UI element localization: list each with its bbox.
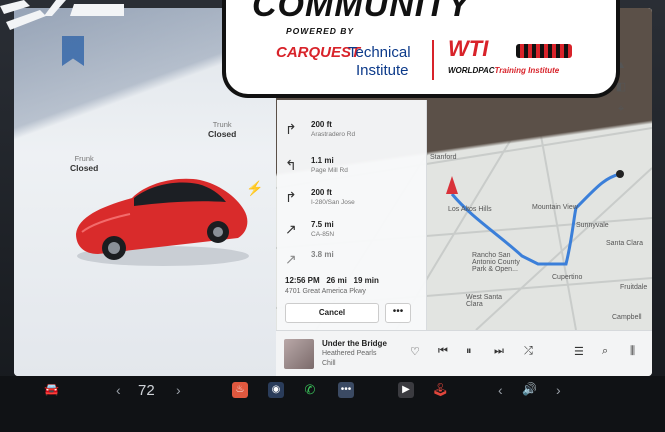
camera-app-icon[interactable]: ◉	[268, 382, 284, 398]
carquest-institute: Institute	[356, 62, 409, 79]
map-place: Cupertino	[552, 274, 583, 281]
more-options-button[interactable]: •••	[385, 303, 411, 323]
turn-left-icon: ↰	[285, 157, 297, 173]
search-icon[interactable]: ⌕	[602, 345, 608, 358]
station-name: Chill	[322, 360, 336, 367]
map-place: Mountain View	[532, 204, 578, 211]
temp-up-button[interactable]: ›	[176, 382, 181, 398]
pause-icon[interactable]: ⏸	[466, 345, 472, 358]
community-banner: COMMUNITY POWERED BY CARQUEST Technical …	[222, 0, 620, 98]
volume-up-button[interactable]: ›	[556, 382, 561, 398]
eta-duration: 19 min	[353, 276, 379, 285]
turn-distance: 7.5 mi	[311, 220, 334, 229]
carquest-logo: CARQUEST Technical Institute	[276, 40, 411, 80]
phone-app-icon[interactable]: ✆	[302, 382, 318, 398]
powered-by: POWERED BY	[286, 26, 355, 36]
song-title: Under the Bridge	[322, 339, 387, 348]
media-app-icon[interactable]: ▶	[398, 382, 414, 398]
corner-logo-image	[0, 0, 124, 30]
equalizer-icon[interactable]: ⫼	[630, 345, 635, 358]
car-image	[76, 178, 249, 266]
media-player: Under the Bridge Heathered Pearls Chill …	[276, 330, 652, 376]
queue-icon[interactable]: ☰	[574, 345, 584, 358]
turn-distance: 3.8 mi	[311, 250, 334, 259]
wti-sub-training: Training Institute	[494, 66, 560, 75]
trunk-label: Trunk	[212, 120, 232, 129]
wti-subtitle: WORLDPACTraining Institute	[448, 66, 559, 75]
dots-app-icon[interactable]: •••	[338, 382, 354, 398]
logo-divider	[432, 40, 434, 80]
turn-distance: 200 ft	[311, 120, 332, 129]
turn-list-card: ↱ 200 ft Arastradero Rd ↰ 1.1 mi Page Mi…	[277, 100, 427, 330]
wti-wordmark: WTI	[448, 36, 489, 61]
pin-icon[interactable]: ⌖	[612, 100, 630, 118]
cabin-temperature[interactable]: 72	[138, 382, 155, 399]
temp-down-button[interactable]: ‹	[116, 382, 121, 398]
next-track-icon[interactable]: ⏭	[494, 345, 504, 358]
shuffle-icon[interactable]: ⤮	[524, 345, 533, 358]
taskbar: 🚘 ‹ 72 › ♨ ◉ ✆ ••• ▶ 🕹 ‹ 🔊 ›	[0, 376, 665, 432]
turn-road: CA-85N	[311, 231, 335, 238]
map-place: Campbell	[612, 314, 642, 321]
trunk-state: Closed	[208, 129, 237, 139]
map-place: Sunnyvale	[576, 222, 609, 229]
map-place: Los Altos Hills	[448, 206, 492, 213]
charge-port-icon[interactable]: ⚡	[246, 180, 263, 197]
bear-right-icon: ↗	[285, 221, 297, 237]
favorite-icon[interactable]: ♡	[410, 345, 420, 358]
trunk-control[interactable]: Trunk Closed	[208, 120, 236, 139]
eta-arrival: 12:56 PM	[285, 276, 320, 285]
artist-name: Heathered Pearls	[322, 350, 377, 357]
heater-app-icon[interactable]: ♨	[232, 382, 248, 398]
turn-right-icon: ↱	[285, 121, 297, 137]
map-place: Rancho San Antonio County Park & Open...	[472, 252, 520, 273]
car-icon[interactable]: 🚘	[44, 382, 59, 396]
turn-road: Arastradero Rd	[311, 131, 356, 138]
wti-sub-worldpac: WORLDPAC	[448, 66, 495, 75]
volume-down-button[interactable]: ‹	[498, 382, 503, 398]
map-place: Santa Clara	[606, 240, 643, 247]
turn-distance: 200 ft	[311, 188, 332, 197]
volume-icon[interactable]: 🔊	[522, 382, 537, 396]
cancel-navigation-button[interactable]: Cancel	[285, 303, 379, 323]
turn-road: Page Mill Rd	[311, 167, 348, 174]
turn-right-icon: ↱	[285, 189, 297, 205]
album-art[interactable]	[284, 339, 314, 369]
turn-distance: 1.1 mi	[311, 156, 334, 165]
destination-address: 4701 Great America Pkwy	[285, 288, 366, 295]
banner-title: COMMUNITY	[252, 0, 471, 24]
map-place: Fruitdale	[620, 284, 648, 291]
map-place: Stanford	[430, 154, 457, 161]
joystick-app-icon[interactable]: 🕹	[432, 382, 449, 398]
bear-right-icon: ↗	[285, 251, 297, 267]
previous-track-icon[interactable]: ⏮	[438, 345, 448, 358]
trip-summary: 12:56 PM 26 mi 19 min	[285, 276, 379, 285]
map-place: West Santa Clara	[466, 294, 503, 308]
eta-distance: 26 mi	[326, 276, 347, 285]
turn-road: I-280/San Jose	[311, 199, 355, 206]
race-car-icon	[516, 44, 572, 58]
carquest-technical: Technical	[348, 44, 411, 61]
